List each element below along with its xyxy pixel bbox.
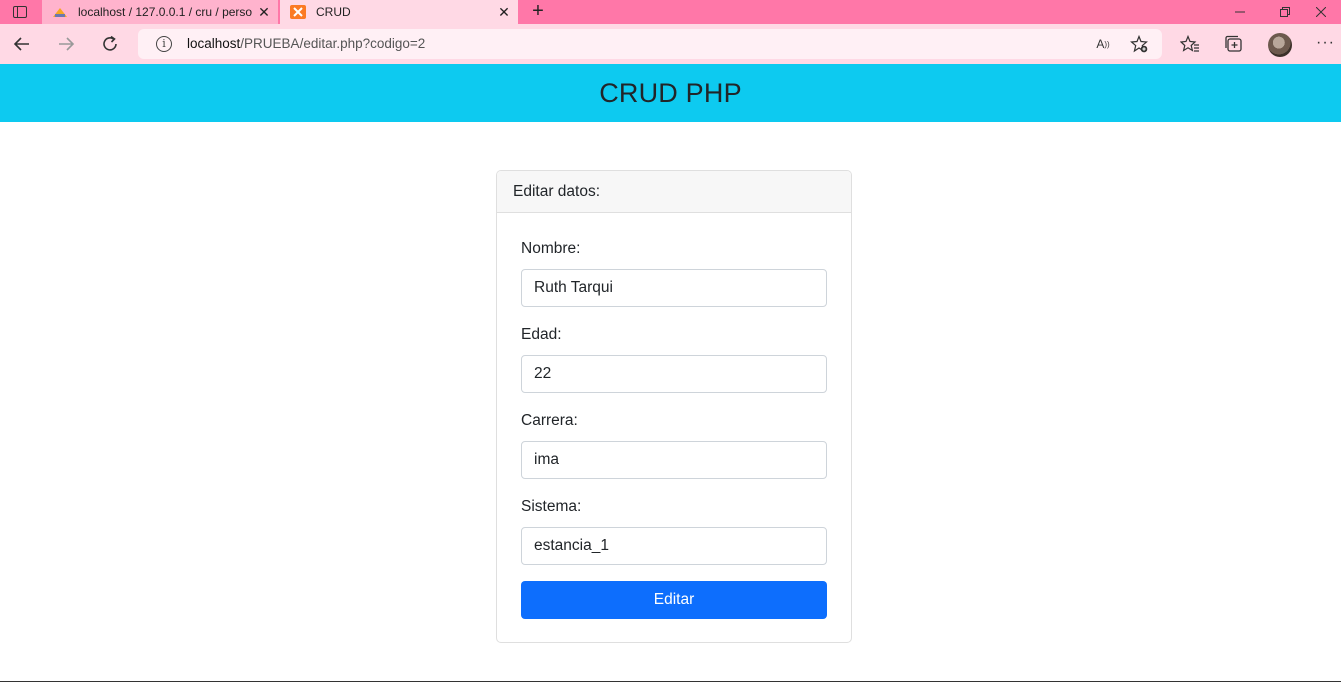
address-bar[interactable]: i localhost/PRUEBA/editar.php?codigo=2 A… — [138, 29, 1162, 59]
refresh-icon — [103, 35, 117, 51]
add-favorite-icon[interactable] — [1130, 35, 1148, 53]
edit-form-card: Editar datos: Nombre: Edad: Carrera: Sis… — [496, 170, 852, 643]
info-icon[interactable]: i — [156, 36, 172, 52]
card-header: Editar datos: — [497, 171, 851, 213]
page-content: CRUD PHP Editar datos: Nombre: Edad: Car… — [0, 64, 1341, 681]
close-icon[interactable]: ✕ — [256, 4, 272, 21]
close-icon[interactable]: ✕ — [496, 4, 512, 21]
url-path: /PRUEBA/editar.php?codigo=2 — [240, 36, 426, 51]
profile-avatar[interactable] — [1268, 33, 1292, 57]
edad-input[interactable] — [521, 355, 827, 393]
minimize-button[interactable] — [1220, 0, 1260, 24]
phpmyadmin-icon — [52, 5, 68, 19]
read-aloud-icon[interactable]: A)) — [1094, 35, 1112, 53]
nombre-label: Nombre: — [521, 240, 581, 257]
page-title: CRUD PHP — [599, 77, 742, 108]
refresh-button[interactable] — [98, 32, 122, 56]
forward-button[interactable] — [54, 32, 78, 56]
url-text[interactable]: localhost/PRUEBA/editar.php?codigo=2 — [187, 36, 425, 51]
tab-title: CRUD — [316, 5, 351, 19]
nombre-input[interactable] — [521, 269, 827, 307]
tab-actions-icon — [13, 6, 27, 18]
tab-phpmyadmin[interactable]: localhost / 127.0.0.1 / cru / perso ✕ — [42, 0, 278, 24]
tab-actions-button[interactable] — [0, 0, 40, 24]
close-window-button[interactable] — [1301, 0, 1341, 24]
minimize-icon — [1235, 11, 1245, 13]
carrera-input[interactable] — [521, 441, 827, 479]
arrow-left-icon — [13, 37, 29, 51]
page-header: CRUD PHP — [0, 64, 1341, 122]
restore-button[interactable] — [1265, 0, 1305, 24]
more-options-icon[interactable]: ··· — [1316, 34, 1335, 52]
favorites-icon[interactable] — [1180, 34, 1200, 54]
sistema-input[interactable] — [521, 527, 827, 565]
close-icon — [1316, 7, 1326, 17]
carrera-label: Carrera: — [521, 412, 578, 429]
arrow-right-icon — [59, 37, 75, 51]
xampp-icon — [290, 5, 306, 19]
editar-button[interactable]: Editar — [521, 581, 827, 619]
back-button[interactable] — [10, 32, 34, 56]
tab-title: localhost / 127.0.0.1 / cru / perso — [78, 5, 253, 19]
browser-toolbar: i localhost/PRUEBA/editar.php?codigo=2 A… — [0, 24, 1341, 64]
tab-bar: localhost / 127.0.0.1 / cru / perso ✕ CR… — [0, 0, 1341, 24]
sistema-label: Sistema: — [521, 498, 582, 515]
edad-label: Edad: — [521, 326, 562, 343]
tab-crud[interactable]: CRUD ✕ — [280, 0, 518, 24]
restore-icon — [1280, 7, 1290, 17]
collections-icon[interactable] — [1224, 34, 1244, 54]
new-tab-button[interactable]: + — [528, 0, 548, 24]
url-host: localhost — [187, 36, 241, 51]
